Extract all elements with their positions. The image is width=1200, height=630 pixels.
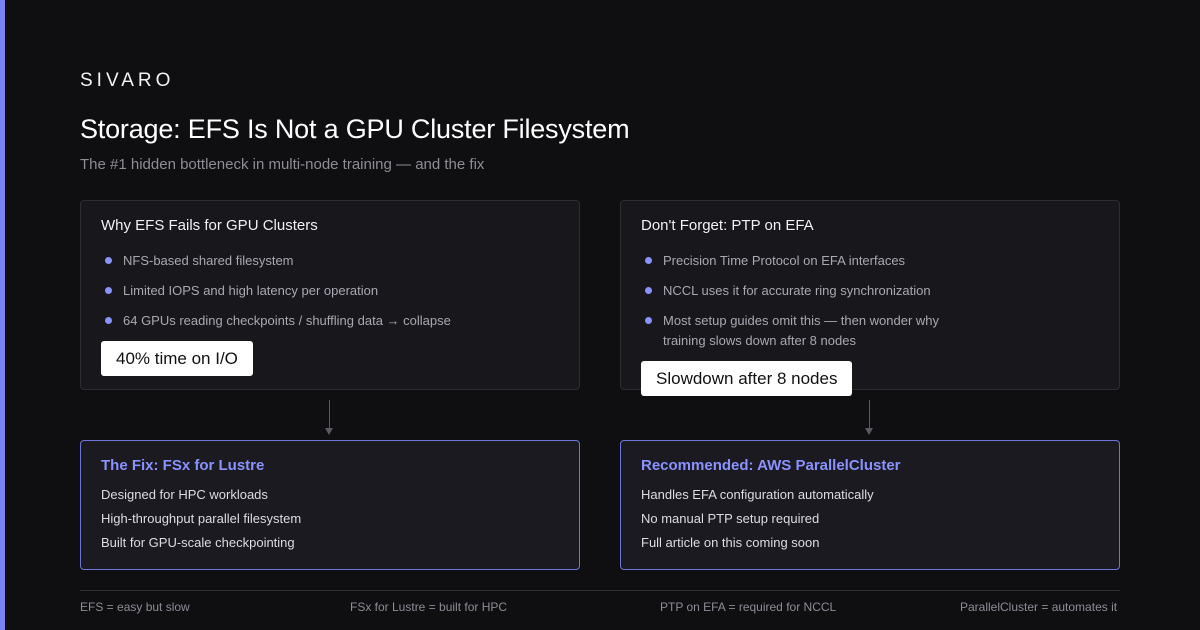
list-item-text: NFS-based shared filesystem: [123, 253, 294, 268]
list-item-text: Most setup guides omit this — then wonde…: [663, 313, 940, 348]
card-title: Don't Forget: PTP on EFA: [641, 217, 814, 234]
card-title: Recommended: AWS ParallelCluster: [641, 457, 901, 474]
list-item: Handles EFA configuration automatically: [641, 487, 874, 502]
list-item: Designed for HPC workloads: [101, 487, 268, 502]
parallelcluster-recommendation-card: Recommended: AWS ParallelCluster Handles…: [620, 440, 1120, 570]
list-item-text: NCCL uses it for accurate ring synchroni…: [663, 283, 931, 298]
list-item: Limited IOPS and high latency per operat…: [101, 281, 543, 301]
footer-summary-item: ParallelCluster = automates it: [960, 600, 1118, 614]
stat-badge: 40% time on I/O: [101, 341, 253, 376]
arrow-down-icon: [865, 400, 873, 435]
list-item-text: Precision Time Protocol on EFA interface…: [663, 253, 906, 268]
list-item: 64 GPUs reading checkpoints / shuffling …: [101, 311, 543, 331]
list-item-text: 64 GPUs reading checkpoints / shuffling …: [123, 313, 451, 328]
fsx-fix-card: The Fix: FSx for Lustre Designed for HPC…: [80, 440, 580, 570]
list-item: No manual PTP setup required: [641, 511, 820, 526]
dot-bullet-icon: [645, 287, 652, 294]
footer-summary-item: PTP on EFA = required for NCCL: [660, 600, 837, 614]
arrow-down-icon: [325, 400, 333, 435]
card-title: The Fix: FSx for Lustre: [101, 457, 265, 474]
ptp-warning-card: Don't Forget: PTP on EFA Precision Time …: [620, 200, 1120, 396]
ptp-bullet-list: Precision Time Protocol on EFA interface…: [641, 251, 1083, 361]
efs-problem-card: Why EFS Fails for GPU Clusters NFS-based…: [80, 200, 580, 390]
footer-summary-item: FSx for Lustre = built for HPC: [350, 600, 508, 614]
card-title: Why EFS Fails for GPU Clusters: [101, 217, 318, 234]
dot-bullet-icon: [105, 317, 112, 324]
efs-bullet-list: NFS-based shared filesystem Limited IOPS…: [101, 251, 543, 341]
dot-bullet-icon: [105, 257, 112, 264]
brand-logo: SIVARO: [80, 70, 175, 91]
list-item: Full article on this coming soon: [641, 535, 820, 550]
accent-bar: [0, 0, 5, 630]
list-item: NCCL uses it for accurate ring synchroni…: [641, 281, 1083, 301]
list-item: High-throughput parallel filesystem: [101, 511, 302, 526]
list-item-text: Limited IOPS and high latency per operat…: [123, 283, 379, 298]
list-item: Most setup guides omit this — then wonde…: [641, 311, 983, 351]
footer-divider: [80, 590, 1120, 591]
footer-summary-item: EFS = easy but slow: [80, 600, 190, 614]
list-item: NFS-based shared filesystem: [101, 251, 543, 271]
fix-line-list: Designed for HPC workloads High-throughp…: [101, 483, 301, 555]
list-item: Built for GPU-scale checkpointing: [101, 535, 295, 550]
list-item: Precision Time Protocol on EFA interface…: [641, 251, 1083, 271]
dot-bullet-icon: [105, 287, 112, 294]
stat-badge: Slowdown after 8 nodes: [641, 361, 853, 396]
dot-bullet-icon: [645, 257, 652, 264]
recommend-line-list: Handles EFA configuration automatically …: [641, 483, 874, 555]
page-subtitle: The #1 hidden bottleneck in multi-node t…: [80, 156, 485, 173]
dot-bullet-icon: [645, 317, 652, 324]
page-title: Storage: EFS Is Not a GPU Cluster Filesy…: [80, 114, 630, 144]
